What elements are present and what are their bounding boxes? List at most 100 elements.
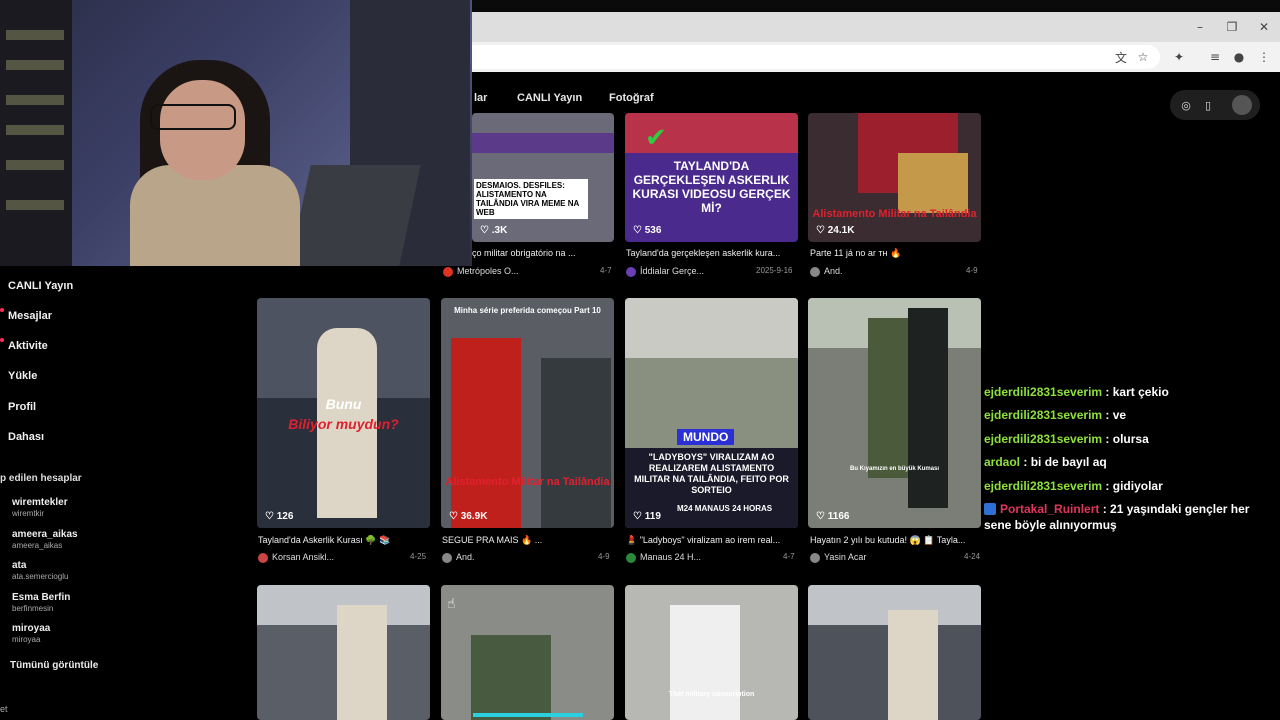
- account-username: berfinmesin: [12, 604, 54, 613]
- checkmark-icon: ✔: [645, 123, 667, 153]
- like-count: ♡ .3K: [480, 225, 508, 236]
- video-card[interactable]: [808, 585, 981, 720]
- sidebar-item-profile[interactable]: Profil: [8, 401, 36, 413]
- account-name[interactable]: wiremtekler: [12, 497, 68, 508]
- account-name[interactable]: ameera_aikas: [12, 529, 78, 540]
- account-name[interactable]: ata: [12, 560, 26, 571]
- like-count: ♡ 24.1K: [816, 225, 855, 236]
- mouse-cursor-icon: ☝: [447, 596, 456, 612]
- video-overlay-text: Minha série preferida começou Part 10: [454, 306, 601, 315]
- video-caption[interactable]: 💄 "Ladyboys" viralizam ao irem real...: [626, 535, 794, 546]
- nav-item-live[interactable]: CANLI Yayın: [517, 92, 582, 104]
- minimize-button[interactable]: –: [1184, 12, 1216, 42]
- video-date: 4-24: [964, 552, 981, 561]
- user-avatar[interactable]: [1232, 95, 1252, 115]
- account-name[interactable]: miroyaa: [12, 623, 50, 634]
- video-overlay-text: Biliyor muydun?: [288, 416, 399, 432]
- brand-logo: M24 MANAUS 24 HORAS: [677, 504, 773, 513]
- video-overlay-text: "LADYBOYS" VIRALIZAM AO REALIZAREM ALIST…: [634, 452, 789, 495]
- notification-dot: [0, 308, 4, 312]
- webcam-feed: [0, 0, 472, 266]
- video-caption[interactable]: Tayland'da gerçekleşen askerlik kura...: [626, 248, 794, 258]
- video-date: 4-7: [783, 552, 795, 561]
- video-card[interactable]: That military conscription: [625, 585, 798, 720]
- sidebar-item-more[interactable]: Dahası: [8, 431, 44, 443]
- coin-icon[interactable]: ◎: [1178, 97, 1194, 113]
- video-card[interactable]: MUNDO "LADYBOYS" VIRALIZAM AO REALIZAREM…: [625, 298, 798, 528]
- video-author[interactable]: Yasin Acar: [810, 552, 866, 563]
- account-username: ata.semercioglu: [12, 572, 69, 581]
- video-card[interactable]: [441, 585, 614, 720]
- account-name[interactable]: Esma Berfin: [12, 592, 70, 603]
- chat-message: ejderdili2831severim : kart çekio: [984, 385, 1169, 399]
- video-card[interactable]: Bu Kıyamızın en büyük Kuması ♡ 1166: [808, 298, 981, 528]
- browser-titlebar: [472, 12, 1280, 42]
- video-author[interactable]: Korsan Ansikl...: [258, 552, 334, 563]
- video-overlay-text: Alistamento Militar na Tailândia: [445, 476, 610, 488]
- account-username: wiremtkir: [12, 509, 44, 518]
- video-author[interactable]: Metrópoles O...: [443, 266, 519, 277]
- video-author[interactable]: İddialar Gerçe...: [626, 266, 704, 277]
- video-overlay-text: DESMAIOS. DESFILES: ALISTAMENTO NA TAILÂ…: [474, 179, 588, 219]
- sidebar-item-live[interactable]: CANLI Yayın: [8, 280, 73, 292]
- video-author[interactable]: And.: [442, 552, 475, 563]
- sidebar-footer-text: et: [0, 704, 8, 714]
- notification-dot: [0, 338, 4, 342]
- video-card[interactable]: [257, 585, 430, 720]
- extensions-icon[interactable]: ✦: [1170, 48, 1188, 66]
- video-overlay-text: Bu Kıyamızın en büyük Kuması: [849, 466, 940, 472]
- video-overlay-text: Alistamento Militar na Tailândia: [812, 208, 977, 220]
- streamer-body: [130, 165, 300, 266]
- video-overlay-text: Bunu: [325, 396, 362, 412]
- browser-menu-icon[interactable]: ⋮: [1255, 48, 1273, 66]
- chat-message: ejderdili2831severim : olursa: [984, 432, 1149, 446]
- translate-icon[interactable]: 文: [1112, 48, 1130, 66]
- like-count: ♡ 36.9K: [449, 511, 488, 522]
- video-date: 2025-9-16: [756, 266, 793, 275]
- video-date: 4-25: [410, 552, 427, 561]
- profile-avatar-icon[interactable]: ●: [1230, 48, 1248, 66]
- video-card[interactable]: DESMAIOS. DESFILES: ALISTAMENTO NA TAILÂ…: [472, 113, 614, 242]
- sidebar-item-messages[interactable]: Mesajlar: [8, 310, 52, 322]
- account-username: miroyaa: [12, 635, 41, 644]
- chat-message: ejderdili2831severim : ve: [984, 408, 1127, 422]
- nav-item-photo[interactable]: Fotoğraf: [609, 92, 654, 104]
- sidebar-item-upload[interactable]: Yükle: [8, 370, 37, 382]
- like-count: ♡ 119: [633, 511, 661, 522]
- media-controls-icon[interactable]: ≡: [1206, 48, 1224, 66]
- chair: [289, 165, 421, 266]
- subscriber-badge-icon: [984, 503, 996, 515]
- video-card[interactable]: Minha série preferida começou Part 10 Al…: [441, 298, 614, 528]
- video-date: 4-9: [966, 266, 978, 275]
- chat-message: ardaol : bi de bayıl aq: [984, 455, 1107, 469]
- address-bar[interactable]: [472, 45, 1160, 69]
- progress-bar: [473, 713, 583, 717]
- bookshelf: [0, 0, 72, 266]
- see-all-link[interactable]: Tümünü görüntüle: [10, 660, 98, 671]
- close-button[interactable]: ✕: [1248, 12, 1280, 42]
- sidebar-item-activity[interactable]: Aktivite: [8, 340, 48, 352]
- like-count: ♡ 1166: [816, 511, 850, 522]
- video-card[interactable]: ✔ TAYLAND'DA GERÇEKLEŞEN ASKERLIK KURASI…: [625, 113, 798, 242]
- browser-top-strip: [472, 0, 1280, 12]
- video-caption[interactable]: ço militar obrigatório na ...: [472, 248, 614, 258]
- like-count: ♡ 536: [633, 225, 662, 236]
- video-caption[interactable]: Hayatın 2 yılı bu kutuda! 😱 📋 Tayla...: [810, 535, 978, 546]
- video-date: 4-7: [600, 266, 612, 275]
- video-author[interactable]: Manaus 24 H...: [626, 552, 701, 563]
- video-overlay-text: That military conscription: [668, 691, 755, 698]
- nav-item-partial[interactable]: lar: [474, 92, 487, 104]
- video-caption[interactable]: SEGUE PRA MAIS 🔥 ...: [442, 535, 610, 546]
- device-icon[interactable]: ▯: [1200, 97, 1216, 113]
- chat-message: ejderdili2831severim : gidiyolar: [984, 479, 1163, 493]
- video-caption[interactable]: Parte 11 já no ar ᴛʜ 🔥: [810, 248, 978, 259]
- streamer-face: [160, 80, 245, 180]
- video-caption[interactable]: Tayland'da Askerlik Kurası 🌳 📚: [258, 535, 426, 546]
- following-accounts-header: p edilen hesaplar: [0, 473, 82, 484]
- video-card[interactable]: Bunu Biliyor muydun? ♡ 126: [257, 298, 430, 528]
- bookmark-star-icon[interactable]: ☆: [1134, 48, 1152, 66]
- video-card[interactable]: Alistamento Militar na Tailândia ♡ 24.1K: [808, 113, 981, 242]
- restore-button[interactable]: ❐: [1216, 12, 1248, 42]
- video-date: 4-9: [598, 552, 610, 561]
- video-author[interactable]: And.: [810, 266, 843, 277]
